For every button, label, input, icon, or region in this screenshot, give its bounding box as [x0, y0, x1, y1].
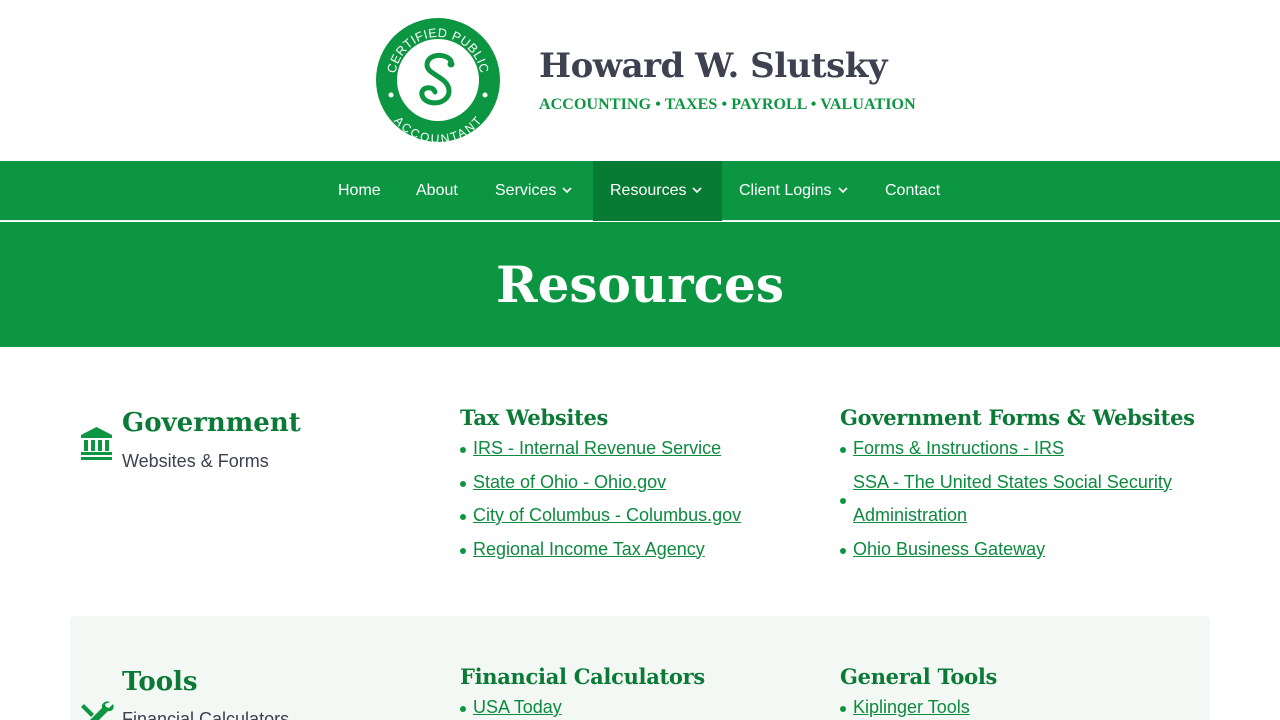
page-title: Resources	[496, 255, 784, 314]
irs-forms-link[interactable]: Forms & Instructions - IRS	[853, 438, 1064, 458]
chevron-down-icon	[692, 161, 703, 221]
list-item: USA Today	[460, 691, 800, 720]
list-item: Kiplinger Tools	[840, 691, 1180, 720]
general-tools-heading: General Tools	[840, 664, 998, 689]
ssa-link[interactable]: SSA - The United States Social Security …	[853, 472, 1172, 526]
nav-contact[interactable]: Contact	[885, 161, 940, 221]
brand-tagline: ACCOUNTING • TAXES • PAYROLL • VALUATION	[539, 96, 916, 113]
general-tools-list: Kiplinger Tools	[840, 691, 1180, 720]
rita-link[interactable]: Regional Income Tax Agency	[473, 539, 705, 559]
list-item: City of Columbus - Columbus.gov	[460, 499, 800, 533]
gov-forms-heading: Government Forms & Websites	[840, 405, 1195, 430]
chevron-down-icon	[562, 161, 572, 221]
nav-services[interactable]: Services	[495, 161, 572, 221]
gov-forms-list: Forms & Instructions - IRS SSA - The Uni…	[840, 432, 1180, 566]
main-nav: Home About Services Resources Client Log…	[0, 161, 1280, 221]
cpa-logo[interactable]: CERTIFIED PUBLIC ACCOUNTANT	[375, 17, 501, 143]
tax-websites-list: IRS - Internal Revenue Service State of …	[460, 432, 800, 566]
list-item: Ohio Business Gateway	[840, 533, 1180, 567]
list-item: State of Ohio - Ohio.gov	[460, 466, 800, 500]
columbus-gov-link[interactable]: City of Columbus - Columbus.gov	[473, 505, 741, 525]
tools-subtitle: Financial Calculators	[122, 709, 290, 720]
usa-today-link[interactable]: USA Today	[473, 697, 562, 717]
list-item: Regional Income Tax Agency	[460, 533, 800, 567]
kiplinger-tools-link[interactable]: Kiplinger Tools	[853, 697, 970, 717]
bank-icon	[81, 427, 112, 460]
ohio-gov-link[interactable]: State of Ohio - Ohio.gov	[473, 472, 666, 492]
list-item: SSA - The United States Social Security …	[840, 466, 1180, 533]
tools-icon	[81, 701, 114, 720]
site-header: CERTIFIED PUBLIC ACCOUNTANT Howard W. Sl…	[0, 0, 1280, 161]
brand-name[interactable]: Howard W. Slutsky	[539, 46, 888, 86]
financial-calculators-list: USA Today	[460, 691, 800, 720]
nav-about[interactable]: About	[416, 161, 458, 221]
nav-home[interactable]: Home	[338, 161, 381, 221]
irs-link[interactable]: IRS - Internal Revenue Service	[473, 438, 721, 458]
tax-websites-heading: Tax Websites	[460, 405, 609, 430]
nav-client-logins[interactable]: Client Logins	[739, 161, 848, 221]
government-subtitle: Websites & Forms	[122, 451, 269, 471]
nav-resources[interactable]: Resources	[593, 161, 722, 221]
list-item: Forms & Instructions - IRS	[840, 432, 1180, 466]
list-item: IRS - Internal Revenue Service	[460, 432, 800, 466]
ohio-business-gateway-link[interactable]: Ohio Business Gateway	[853, 539, 1045, 559]
tools-heading: Tools	[122, 667, 198, 697]
government-heading: Government	[122, 408, 301, 438]
page-hero: Resources	[0, 222, 1280, 347]
financial-calculators-heading: Financial Calculators	[460, 664, 705, 689]
chevron-down-icon	[837, 161, 848, 221]
